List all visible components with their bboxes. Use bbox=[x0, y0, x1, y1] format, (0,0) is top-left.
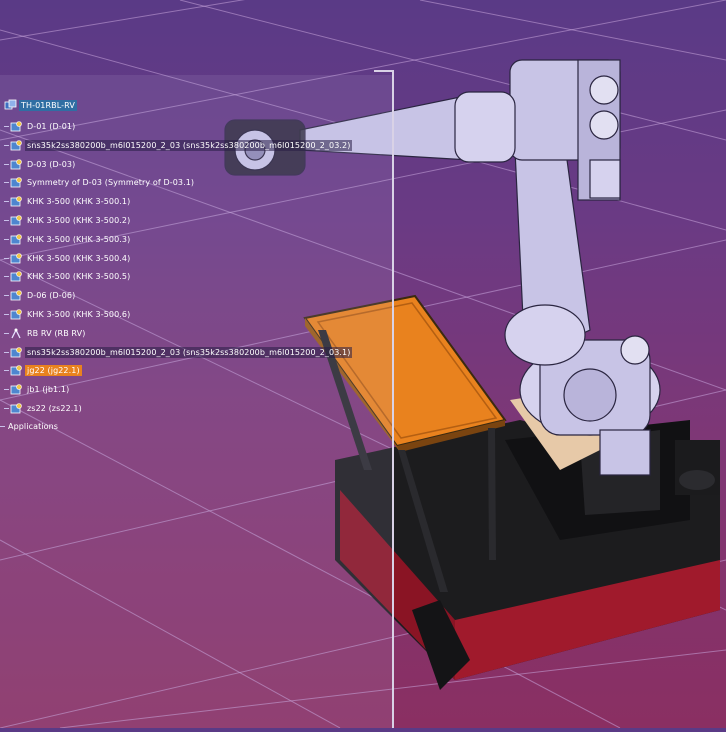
tree-item-label: KHK 3-500 (KHK 3-500.5) bbox=[27, 271, 131, 281]
tree-connector bbox=[4, 125, 9, 127]
part-icon bbox=[10, 402, 23, 415]
part-icon bbox=[10, 270, 23, 283]
part-icon bbox=[10, 176, 23, 189]
side-motor[interactable] bbox=[675, 440, 720, 495]
tree-item-label: D-01 (D-01) bbox=[27, 121, 76, 131]
part-icon bbox=[10, 214, 23, 227]
tree-item[interactable]: jb1 (jb1.1) bbox=[4, 381, 71, 397]
tree-item-label: sns35k2ss380200b_m6l015200_2_03 (sns35k2… bbox=[25, 346, 353, 358]
tree-applications[interactable]: Applications bbox=[0, 418, 60, 434]
assembly-icon bbox=[10, 327, 23, 340]
applications-label: Applications bbox=[8, 421, 59, 431]
tree-connector bbox=[0, 425, 5, 427]
tree-item-label: jb1 (jb1.1) bbox=[27, 384, 70, 394]
tree-item[interactable]: RB RV (RB RV) bbox=[4, 325, 87, 341]
tree-item[interactable]: Symmetry of D-03 (Symmetry of D-03.1) bbox=[4, 174, 196, 190]
tree-item-label: sns35k2ss380200b_m6l015200_2_03 (sns35k2… bbox=[25, 139, 353, 151]
part-icon bbox=[10, 252, 23, 265]
tree-root[interactable]: TH-01RBL-RV bbox=[4, 97, 77, 113]
tree-connector bbox=[4, 369, 9, 371]
tree-item[interactable]: KHK 3-500 (KHK 3-500.3) bbox=[4, 231, 132, 247]
tree-item[interactable]: KHK 3-500 (KHK 3-500.4) bbox=[4, 250, 132, 266]
tree-item[interactable]: KHK 3-500 (KHK 3-500.1) bbox=[4, 193, 132, 209]
part-icon bbox=[10, 195, 23, 208]
part-icon bbox=[10, 233, 23, 246]
tree-connector bbox=[4, 219, 9, 221]
tree-connector bbox=[4, 181, 9, 183]
tree-item-label: zs22 (zs22.1) bbox=[27, 403, 82, 413]
tree-item[interactable]: KHK 3-500 (KHK 3-500.6) bbox=[4, 306, 132, 322]
tree-connector bbox=[4, 332, 9, 334]
tree-connector bbox=[4, 144, 9, 146]
tree-connector bbox=[4, 257, 9, 259]
tree-panel-edge bbox=[374, 70, 394, 72]
tree-item-label: KHK 3-500 (KHK 3-500.3) bbox=[27, 234, 131, 244]
tree-item-label: D-03 (D-03) bbox=[27, 159, 76, 169]
tree-item-label: KHK 3-500 (KHK 3-500.2) bbox=[27, 215, 131, 225]
tree-item-label: jg22 (jg22.1) bbox=[25, 364, 82, 376]
tree-root-label: TH-01RBL-RV bbox=[19, 99, 77, 111]
product-icon bbox=[4, 99, 17, 112]
part-icon bbox=[10, 364, 23, 377]
tree-item[interactable]: D-01 (D-01) bbox=[4, 118, 77, 134]
part-icon bbox=[10, 346, 23, 359]
tree-connector bbox=[4, 238, 9, 240]
tree-connector bbox=[4, 313, 9, 315]
tree-item[interactable]: D-06 (D-06) bbox=[4, 287, 77, 303]
part-icon bbox=[10, 289, 23, 302]
tree-item-label: KHK 3-500 (KHK 3-500.6) bbox=[27, 309, 131, 319]
tree-item[interactable]: jg22 (jg22.1) bbox=[4, 362, 82, 378]
tree-item[interactable]: KHK 3-500 (KHK 3-500.2) bbox=[4, 212, 132, 228]
tree-connector bbox=[4, 163, 9, 165]
tree-connector bbox=[4, 388, 9, 390]
tree-item-label: RB RV (RB RV) bbox=[27, 328, 86, 338]
tree-connector bbox=[4, 407, 9, 409]
part-icon bbox=[10, 158, 23, 171]
tree-connector bbox=[4, 200, 9, 202]
tree-connector bbox=[4, 294, 9, 296]
tree-connector bbox=[4, 275, 9, 277]
part-icon bbox=[10, 308, 23, 321]
tree-item-label: D-06 (D-06) bbox=[27, 290, 76, 300]
tree-item-label: Symmetry of D-03 (Symmetry of D-03.1) bbox=[27, 177, 195, 187]
tree-item[interactable]: zs22 (zs22.1) bbox=[4, 400, 84, 416]
tree-connector bbox=[4, 351, 9, 353]
tree-item[interactable]: sns35k2ss380200b_m6l015200_2_03 (sns35k2… bbox=[4, 344, 353, 360]
tree-panel-divider[interactable] bbox=[392, 70, 394, 728]
part-icon bbox=[10, 383, 23, 396]
part-icon bbox=[10, 139, 23, 152]
tree-item-label: KHK 3-500 (KHK 3-500.1) bbox=[27, 196, 131, 206]
tree-item[interactable]: sns35k2ss380200b_m6l015200_2_03 (sns35k2… bbox=[4, 137, 353, 153]
tree-item-label: KHK 3-500 (KHK 3-500.4) bbox=[27, 253, 131, 263]
part-icon bbox=[10, 120, 23, 133]
tree-item[interactable]: KHK 3-500 (KHK 3-500.5) bbox=[4, 268, 132, 284]
tree-item[interactable]: D-03 (D-03) bbox=[4, 156, 77, 172]
